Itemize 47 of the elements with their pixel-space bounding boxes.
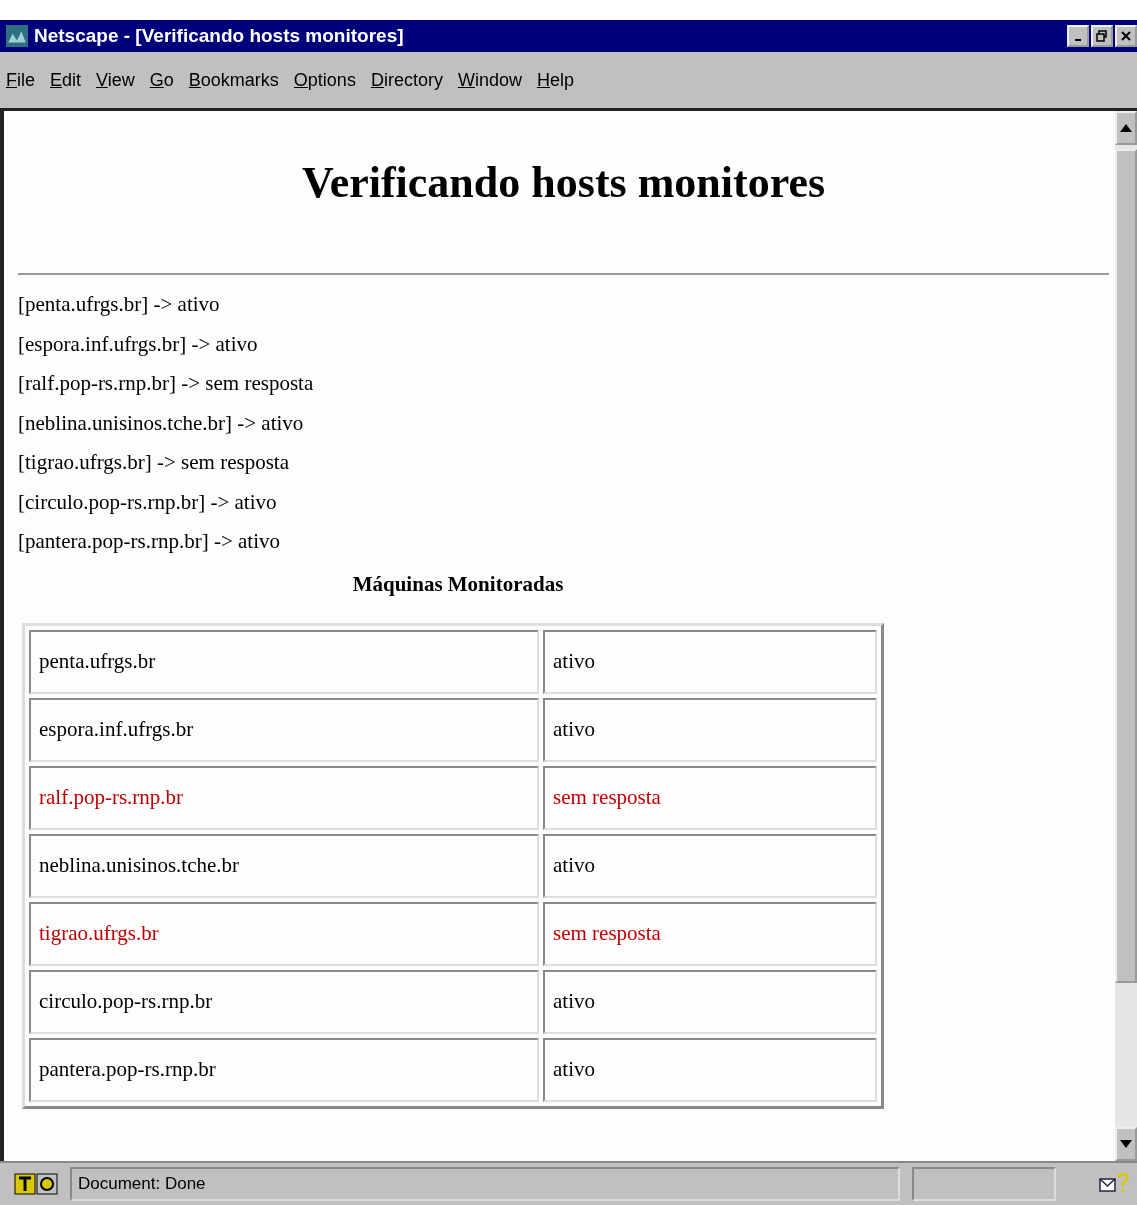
- table-cell: ativo: [543, 629, 877, 694]
- log-line: [neblina.unisinos.tche.br] -> ativo: [18, 409, 305, 437]
- up-arrow-icon: [1120, 124, 1132, 132]
- minimize-button[interactable]: [1067, 25, 1089, 47]
- menu-item[interactable]: Bookmarks: [188, 69, 279, 91]
- menu-item[interactable]: Edit: [50, 69, 82, 91]
- log-line: [penta.ufrgs.br] -> ativo: [18, 291, 221, 318]
- table-cell: tigrao.ufrgs.br: [29, 901, 539, 966]
- menu-item[interactable]: Help: [536, 69, 574, 91]
- window-title: Netscape - [Verificando hosts monitores]: [34, 25, 404, 47]
- table-cell: sem resposta: [543, 901, 877, 966]
- log-line: [pantera.pop-rs.rnp.br] -> ativo: [18, 528, 281, 555]
- restore-icon: [1096, 30, 1108, 42]
- scroll-down-button[interactable]: [1115, 1127, 1137, 1161]
- menu-item[interactable]: Options: [293, 69, 356, 91]
- table-cell: pantera.pop-rs.rnp.br: [29, 1037, 539, 1102]
- close-icon: [1121, 31, 1131, 41]
- table-cell: ativo: [543, 969, 877, 1034]
- menu-item[interactable]: Window: [457, 69, 522, 91]
- table-cell: neblina.unisinos.tche.br: [29, 833, 539, 898]
- status-text: Document: Done: [70, 1167, 900, 1201]
- table-cell: espora.inf.ufrgs.br: [29, 697, 539, 762]
- table-cell: circulo.pop-rs.rnp.br: [29, 969, 539, 1034]
- menu-item[interactable]: File: [6, 69, 35, 91]
- table-cell: ralf.pop-rs.rnp.br: [29, 765, 539, 830]
- table-cell: penta.ufrgs.br: [29, 629, 539, 694]
- security-icon[interactable]: [14, 1173, 58, 1195]
- log-line: [ralf.pop-rs.rnp.br] -> sem resposta: [18, 370, 315, 397]
- down-arrow-icon: [1120, 1140, 1132, 1148]
- close-button[interactable]: [1115, 25, 1137, 47]
- menu-item[interactable]: View: [96, 69, 135, 91]
- table-cell: ativo: [543, 833, 877, 898]
- table-cell: ativo: [543, 1037, 877, 1102]
- log-line: [espora.inf.ufrgs.br] -> ativo: [18, 330, 259, 358]
- table-caption: Máquinas Monitoradas: [351, 571, 565, 597]
- table-cell: sem resposta: [543, 765, 877, 830]
- page-heading: Verificando hosts monitores: [300, 157, 827, 209]
- log-line: [circulo.pop-rs.rnp.br] -> ativo: [18, 488, 278, 516]
- minimize-icon: [1075, 39, 1081, 41]
- mail-icon[interactable]: [1099, 1173, 1129, 1195]
- log-line: [tigrao.ufrgs.br] -> sem resposta: [18, 449, 290, 476]
- restore-button[interactable]: [1091, 25, 1113, 47]
- scroll-up-button[interactable]: [1115, 111, 1137, 145]
- app-icon: [6, 25, 28, 47]
- menu-item[interactable]: Go: [149, 69, 174, 91]
- table-cell: ativo: [543, 697, 877, 762]
- menu-item[interactable]: Directory: [370, 69, 443, 91]
